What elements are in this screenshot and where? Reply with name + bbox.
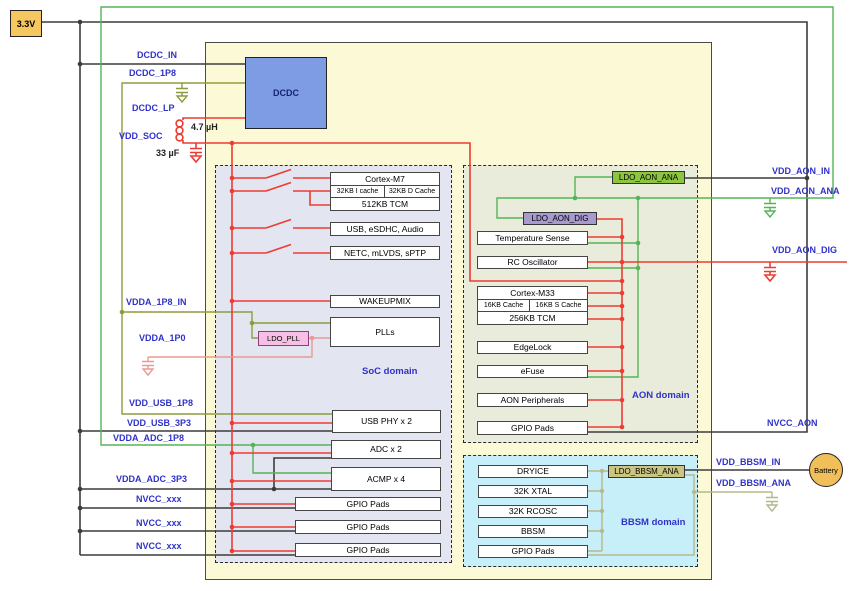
block-ldo-pll: LDO_PLL xyxy=(258,331,309,346)
power-diagram: 3.3V Battery DCDC Cortex-M7 32KB I cache… xyxy=(0,0,850,591)
block-bbsm-gpio: GPIO Pads xyxy=(478,545,588,558)
block-rc-oscillator: RC Oscillator xyxy=(477,256,588,269)
block-adc: ADC x 2 xyxy=(331,440,441,459)
pin-nvcc-aon: NVCC_AON xyxy=(767,418,818,428)
wire-vdd-bbsm-ana-loop xyxy=(588,475,694,555)
pin-vdd-soc: VDD_SOC xyxy=(119,131,163,141)
pin-dcdc-1p8: DCDC_1P8 xyxy=(129,68,176,78)
pin-nvcc-3: NVCC_xxx xyxy=(136,541,182,551)
block-aon-peripherals: AON Peripherals xyxy=(477,393,588,407)
pin-dcdc-lp: DCDC_LP xyxy=(132,103,175,113)
block-acmp: ACMP x 4 xyxy=(331,467,441,491)
bbsm-domain-label: BBSM domain xyxy=(621,517,685,528)
pin-vdd-aon-in: VDD_AON_IN xyxy=(772,166,830,176)
block-32k-xtal: 32K XTAL xyxy=(478,485,588,498)
block-cortex-m33: Cortex-M33 xyxy=(477,286,588,300)
inductor-value-label: 4.7 µH xyxy=(191,122,218,132)
aon-domain-label: AON domain xyxy=(632,390,690,401)
pin-vdd-aon-ana: VDD_AON_ANA xyxy=(771,186,840,196)
block-plls: PLLs xyxy=(330,317,440,347)
pin-vdd-usb-1p8: VDD_USB_1P8 xyxy=(129,398,193,408)
block-ldo-aon-ana: LDO_AON_ANA xyxy=(612,171,685,184)
soc-domain-label: SoC domain xyxy=(362,366,417,377)
pin-nvcc-2: NVCC_xxx xyxy=(136,518,182,528)
block-wakeupmix: WAKEUPMIX xyxy=(330,295,440,308)
vdd-soc-capacitor-icon xyxy=(190,143,202,162)
block-edgelock: EdgeLock xyxy=(477,341,588,354)
dcdc-block: DCDC xyxy=(245,57,327,129)
block-aon-gpio: GPIO Pads xyxy=(477,421,588,435)
bulk-cap-value-label: 33 µF xyxy=(156,148,179,158)
inductor-icon xyxy=(176,120,183,141)
pin-nvcc-1: NVCC_xxx xyxy=(136,494,182,504)
block-32k-rcosc: 32K RCOSC xyxy=(478,505,588,518)
junction-dots xyxy=(78,20,810,554)
block-dryice: DRYICE xyxy=(478,465,588,478)
block-256kb-tcm: 256KB TCM xyxy=(477,311,588,325)
block-cortex-m7: Cortex-M7 xyxy=(330,172,440,186)
vdd-aon-ana-capacitor-icon xyxy=(764,198,776,217)
vdd-bbsm-ana-capacitor-icon xyxy=(766,492,778,511)
pin-vdda-1p0: VDDA_1P0 xyxy=(139,333,186,343)
vdda-1p0-capacitor-icon xyxy=(142,357,154,375)
block-temp-sense: Temperature Sense xyxy=(477,231,588,245)
block-soc-gpio-2: GPIO Pads xyxy=(295,520,441,534)
wire-aon-dig-rail xyxy=(588,219,622,427)
wire-soc-gpio xyxy=(232,504,295,551)
pin-vdd-aon-dig: VDD_AON_DIG xyxy=(772,245,837,255)
wire-vdd-aon-ana-loop xyxy=(101,7,833,445)
block-soc-gpio-3: GPIO Pads xyxy=(295,543,441,557)
block-usb-phy: USB PHY x 2 xyxy=(332,410,441,433)
pin-dcdc-in: DCDC_IN xyxy=(137,50,177,60)
pin-vdd-bbsm-ana: VDD_BBSM_ANA xyxy=(716,478,791,488)
wire-dcdc-lp xyxy=(183,118,245,120)
vdd-aon-dig-capacitor-icon xyxy=(764,262,776,281)
power-switch-icon xyxy=(232,170,330,254)
pin-vdd-usb-3p3: VDD_USB_3P3 xyxy=(127,418,191,428)
pin-vdda-1p8-in: VDDA_1P8_IN xyxy=(126,297,187,307)
block-soc-gpio-1: GPIO Pads xyxy=(295,497,441,511)
block-512kb-tcm: 512KB TCM xyxy=(330,197,440,211)
wire-ldo-aon-ana-out xyxy=(575,177,612,198)
wire-vdda-adc-1p8-acmp xyxy=(253,445,331,473)
pin-vdd-bbsm-in: VDD_BBSM_IN xyxy=(716,457,781,467)
battery-node: Battery xyxy=(809,453,843,487)
block-ldo-aon-dig: LDO_AON_DIG xyxy=(523,212,597,225)
block-efuse: eFuse xyxy=(477,365,588,378)
pin-vdda-adc-3p3: VDDA_ADC_3P3 xyxy=(116,474,187,484)
dcdc-1p8-capacitor-icon xyxy=(176,83,188,102)
block-netc-mlvds-sptp: NETC, mLVDS, sPTP xyxy=(330,246,440,260)
pin-vdda-adc-1p8: VDDA_ADC_1P8 xyxy=(113,433,184,443)
block-ldo-bbsm-ana: LDO_BBSM_ANA xyxy=(608,465,685,478)
block-usb-esdhc-audio: USB, eSDHC, Audio xyxy=(330,222,440,236)
supply-3v3-box: 3.3V xyxy=(10,10,42,37)
block-bbsm: BBSM xyxy=(478,525,588,538)
